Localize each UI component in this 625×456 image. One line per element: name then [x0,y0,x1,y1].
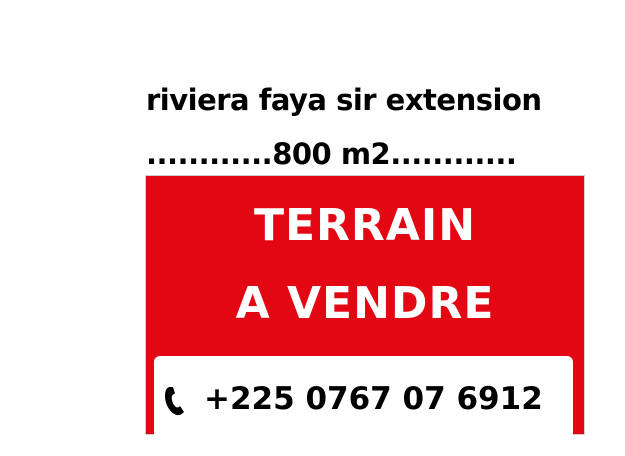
phone-icon [164,386,188,416]
phone-number: +225 0767 07 6912 [204,381,543,417]
phone-panel: +225 0767 07 6912 [154,356,573,456]
for-sale-sign: TERRAIN A VENDRE +225 0767 07 6912 [145,175,585,456]
caption-area: ............800 m2............ [146,137,517,171]
sign-title-a-vendre: A VENDRE [235,278,495,329]
sign-title-terrain: TERRAIN [253,200,477,251]
caption-location: riviera faya sir extension [146,83,542,117]
